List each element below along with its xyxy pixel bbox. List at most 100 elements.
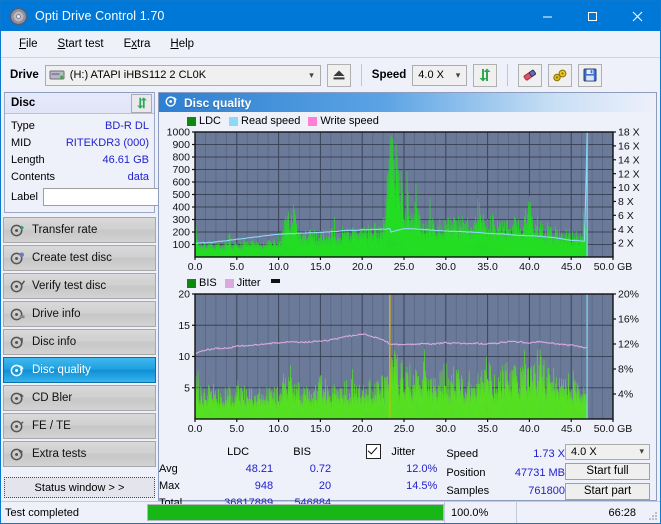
- svg-text:800: 800: [172, 152, 190, 164]
- svg-text:20%: 20%: [618, 290, 639, 301]
- speed-info-value: 1.73 X: [533, 447, 565, 460]
- drive-select[interactable]: (H:) ATAPI iHBS112 2 CL0K ▾: [44, 64, 321, 86]
- refresh-icon: [479, 68, 491, 82]
- svg-text:5.0: 5.0: [229, 261, 244, 273]
- disc-quality-icon: [165, 95, 178, 111]
- application-window: Opti Drive Control 1.70 File Start test …: [0, 0, 661, 524]
- jitter-checkbox[interactable]: [366, 444, 382, 459]
- svg-text:400: 400: [172, 202, 190, 214]
- disc-row-type-key: Type: [11, 119, 35, 132]
- disc-extra-icon: [10, 447, 25, 462]
- drive-icon: [49, 68, 65, 82]
- disc-row-length-key: Length: [11, 153, 45, 166]
- sidebar: Disc Type BD-R DL MID RITEKDR3 (000) Len…: [1, 92, 245, 501]
- menu-help-label: Help: [170, 38, 195, 50]
- menu-extra[interactable]: Extra: [115, 35, 160, 53]
- stats-col-ldc: LDC: [227, 445, 250, 458]
- svg-text:10: 10: [178, 351, 190, 363]
- svg-text:8 X: 8 X: [618, 196, 634, 208]
- legend-swatch-jitter: [224, 278, 234, 288]
- stats-ldc-max: 948: [254, 479, 274, 492]
- stats-jitter-max: 14.5%: [406, 479, 438, 492]
- svg-text:20.0: 20.0: [352, 261, 373, 273]
- disc-verify-icon: [10, 279, 26, 294]
- legend-label-ldc: LDC: [199, 115, 222, 127]
- svg-text:40.0: 40.0: [519, 423, 540, 435]
- sidebar-item-cd-bler[interactable]: CD Bler: [3, 385, 156, 411]
- test-info-row-samples: Samples 761800: [446, 482, 565, 500]
- refresh-icon: [136, 97, 147, 109]
- sidebar-item-transfer-rate[interactable]: Transfer rate: [3, 217, 156, 243]
- speed-select[interactable]: 4.0 X ▾: [412, 64, 468, 86]
- elapsed-time: 66:28: [516, 502, 644, 523]
- erase-button[interactable]: [518, 63, 543, 87]
- sidebar-item-extra-tests[interactable]: Extra tests: [3, 441, 156, 467]
- svg-text:30.0: 30.0: [436, 423, 457, 435]
- legend-label-bis: BIS: [199, 277, 217, 289]
- eject-button[interactable]: [326, 63, 351, 87]
- disc-row-contents: Contents data: [11, 168, 149, 185]
- samples-value: 761800: [528, 485, 565, 498]
- legend-swatch-ldc: [187, 116, 196, 126]
- sidebar-item-label: FE / TE: [32, 420, 71, 432]
- sidebar-item-drive-info[interactable]: Drive info: [3, 301, 156, 327]
- save-button[interactable]: [578, 63, 603, 87]
- svg-text:30.0: 30.0: [436, 261, 457, 273]
- refresh-button[interactable]: [473, 63, 498, 87]
- svg-text:25.0: 25.0: [394, 261, 415, 273]
- sidebar-item-create-test-disc[interactable]: Create test disc: [3, 245, 156, 271]
- svg-text:200: 200: [172, 227, 190, 239]
- sidebar-item-label: Create test disc: [32, 252, 112, 264]
- status-window-button[interactable]: Status window > >: [4, 477, 155, 498]
- disc-drive-icon: [10, 307, 25, 322]
- progress-bar-fill: [148, 505, 443, 520]
- legend-jitter: Jitter: [224, 277, 261, 289]
- maximize-icon[interactable]: [570, 1, 615, 31]
- disc-panel: Disc Type BD-R DL MID RITEKDR3 (000) Len…: [4, 92, 245, 213]
- sidebar-item-fe-te[interactable]: FE / TE: [3, 413, 156, 439]
- chevron-down-icon: ▾: [455, 69, 461, 80]
- sidebar-item-disc-info[interactable]: Disc info: [3, 329, 156, 355]
- legend-swatch-bis: [187, 278, 196, 288]
- svg-text:12%: 12%: [618, 339, 639, 351]
- svg-text:600: 600: [172, 177, 190, 189]
- jitter-cell: Jitter: [362, 443, 440, 460]
- disc-refresh-button[interactable]: [131, 93, 152, 113]
- disc-row-mid-value: RITEKDR3 (000): [65, 136, 149, 149]
- menu-help[interactable]: Help: [161, 35, 203, 53]
- progress-bar: [147, 504, 444, 521]
- minimize-icon[interactable]: [525, 1, 570, 31]
- close-icon[interactable]: [615, 1, 660, 31]
- resize-grip-icon[interactable]: [644, 502, 660, 523]
- menu-start-test[interactable]: Start test: [49, 35, 113, 53]
- stats-row-label-avg: Avg: [159, 462, 178, 475]
- sidebar-item-verify-test-disc[interactable]: Verify test disc: [3, 273, 156, 299]
- menu-file[interactable]: File: [10, 35, 47, 53]
- menu-file-label: File: [19, 38, 38, 50]
- svg-text:2 X: 2 X: [618, 238, 634, 250]
- svg-text:5.0: 5.0: [229, 423, 244, 435]
- legend-write-speed: Write speed: [308, 115, 379, 127]
- legend-label-jitter: Jitter: [236, 277, 261, 289]
- stats-col-bis: BIS: [293, 445, 311, 458]
- stats-table: LDC BIS Jitter Avg 48.21 0.72 12.0% Max …: [159, 443, 440, 511]
- sidebar-item-disc-quality[interactable]: Disc quality: [3, 357, 156, 383]
- title-bar: Opti Drive Control 1.70: [1, 1, 660, 31]
- chart-bis-legend: BIS Jitter: [161, 276, 654, 290]
- svg-text:8%: 8%: [618, 364, 633, 376]
- chevron-down-icon: ▾: [639, 446, 644, 457]
- speed-info-label: Speed: [446, 447, 479, 460]
- svg-text:10.0: 10.0: [268, 423, 289, 435]
- test-speed-select[interactable]: 4.0 X ▾: [565, 444, 650, 460]
- disc-row-contents-key: Contents: [11, 170, 56, 183]
- svg-text:300: 300: [172, 214, 190, 226]
- svg-text:1000: 1000: [167, 128, 191, 139]
- speed-label: Speed: [371, 69, 407, 81]
- start-full-button[interactable]: Start full: [565, 462, 650, 480]
- position-label: Position: [446, 467, 486, 480]
- svg-text:20: 20: [178, 290, 190, 301]
- tools-button[interactable]: [548, 63, 573, 87]
- chart-marker-icon: [270, 278, 280, 283]
- start-part-button[interactable]: Start part: [565, 482, 650, 500]
- sidebar-item-label: Extra tests: [32, 448, 87, 460]
